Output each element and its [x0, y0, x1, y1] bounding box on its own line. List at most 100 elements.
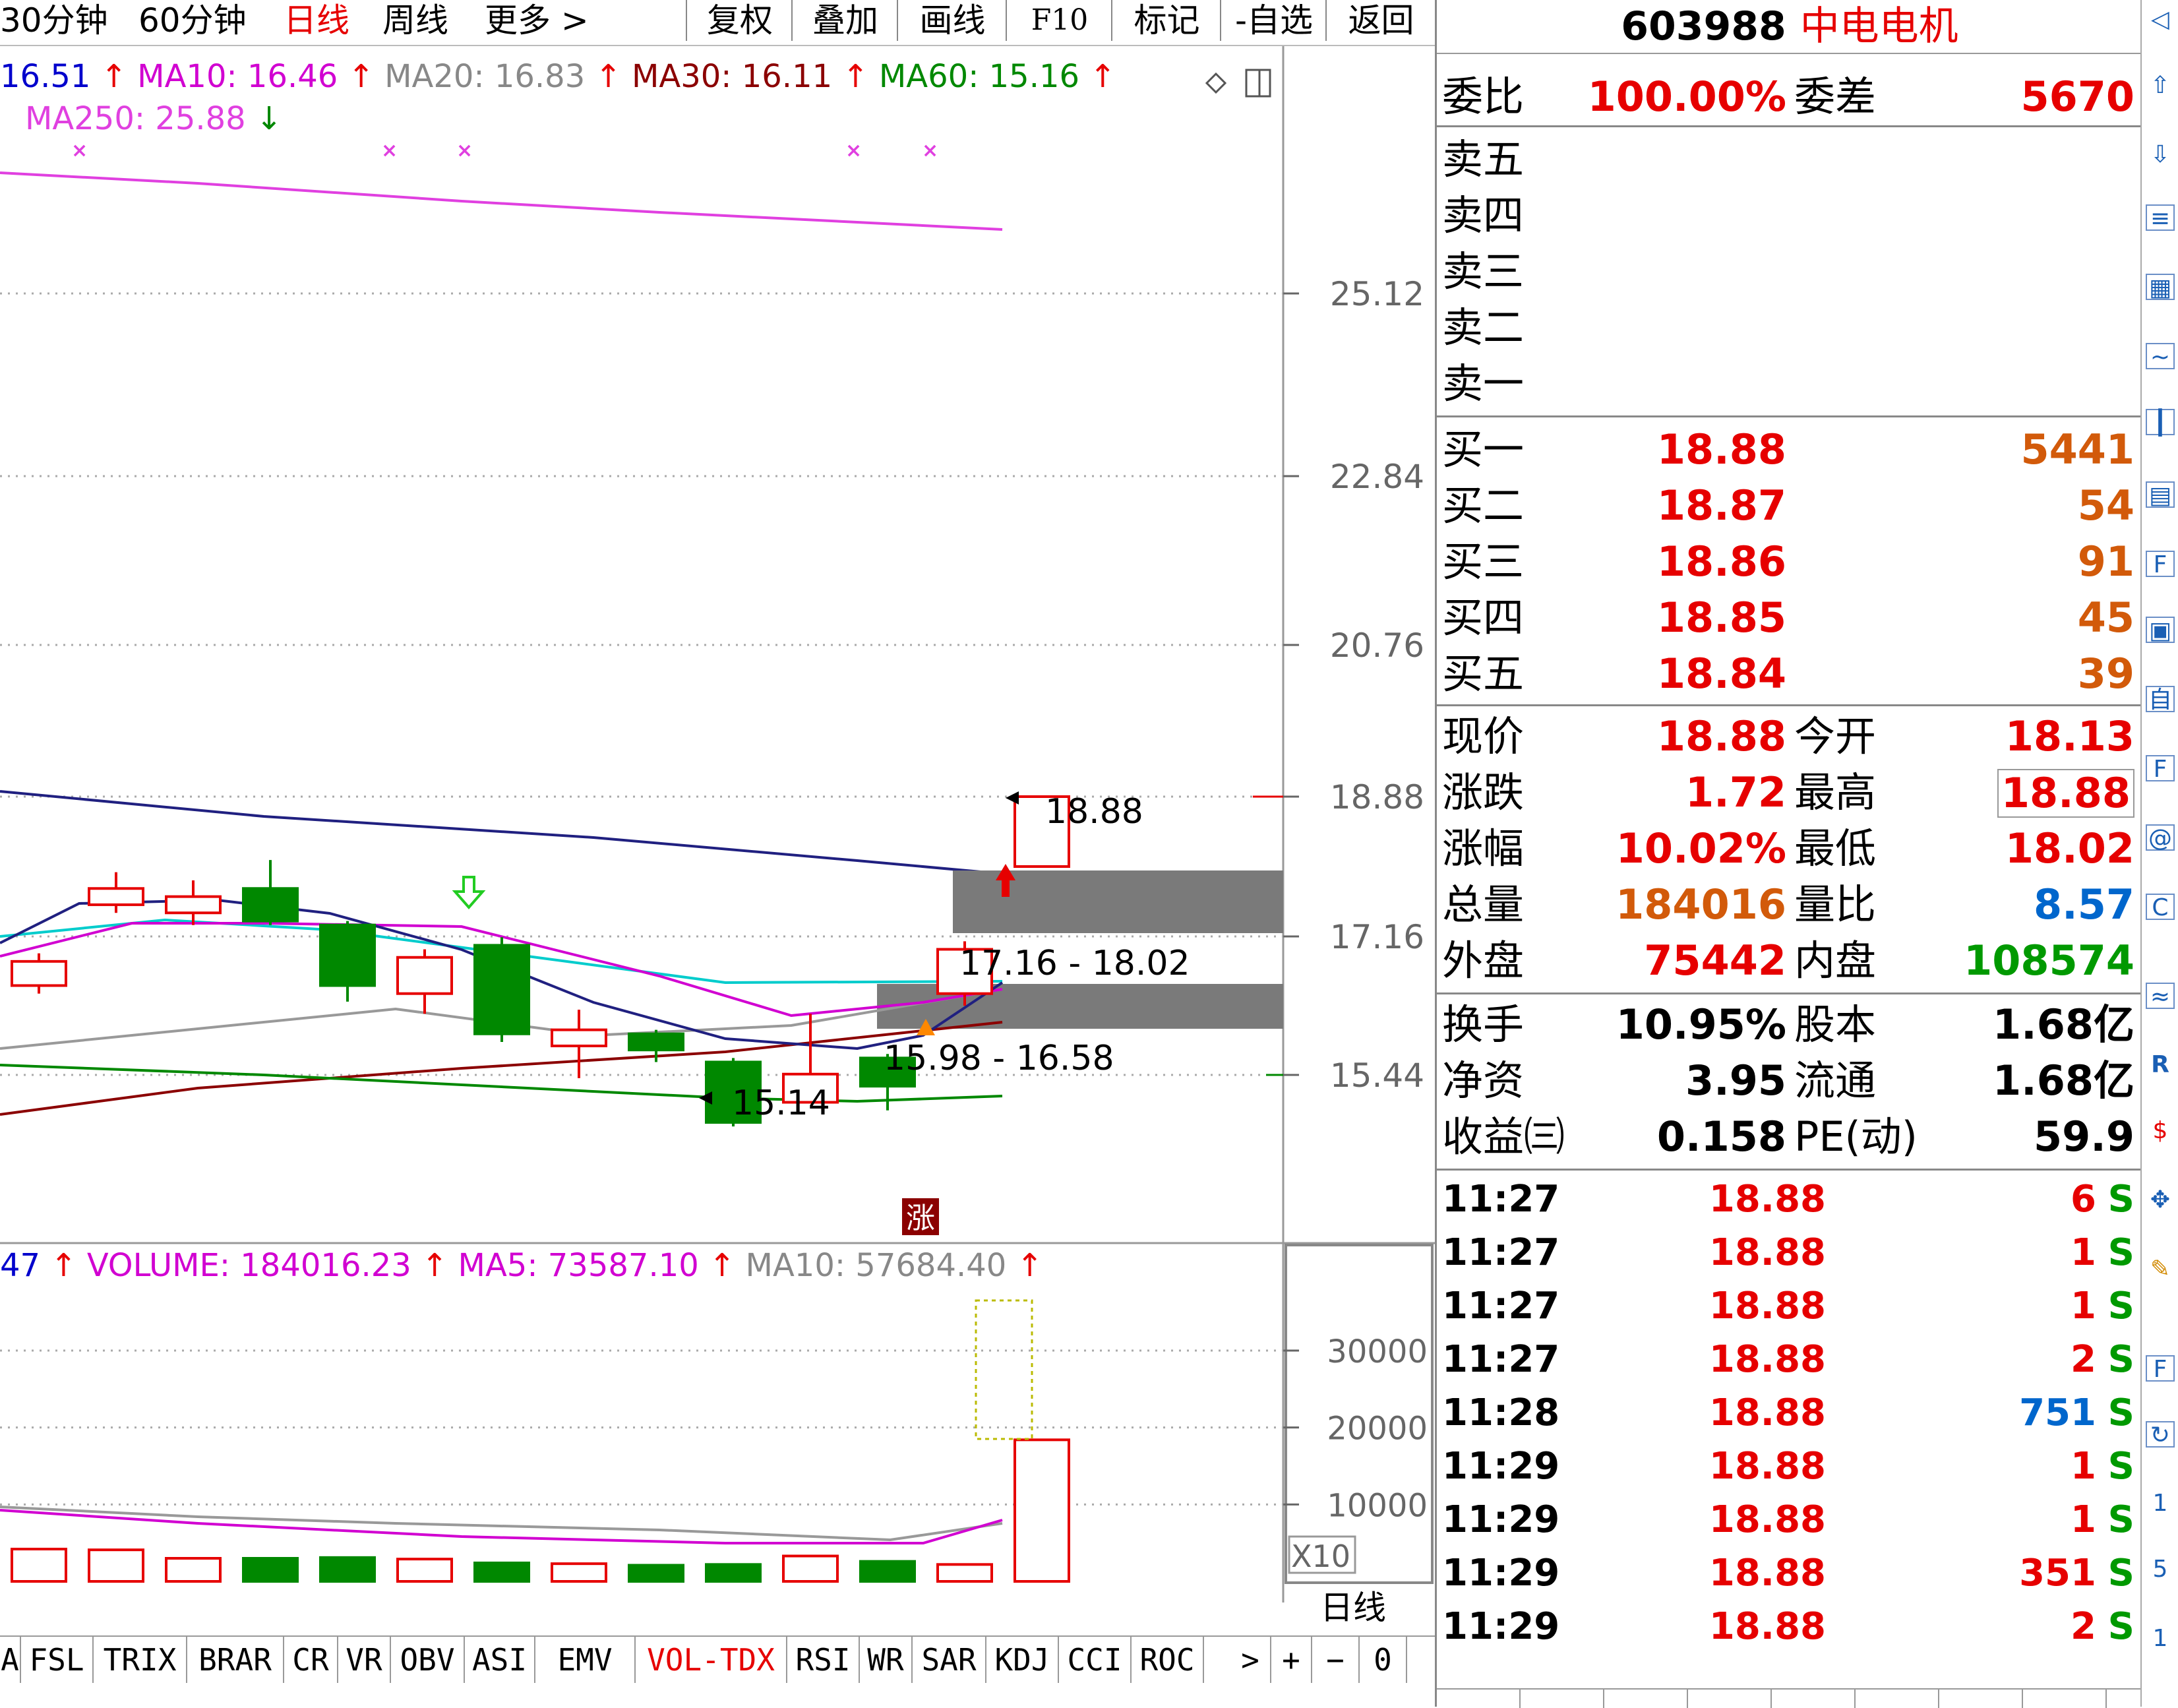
grid-icon[interactable]: ▦: [2146, 274, 2175, 301]
tab-indicator[interactable]: ASI: [465, 1637, 535, 1683]
zoom-in-button[interactable]: +: [1271, 1637, 1312, 1683]
tab-indicator[interactable]: SAR: [913, 1637, 986, 1683]
trend-icon[interactable]: ~: [2146, 343, 2175, 371]
bid-price: 18.85: [1656, 594, 1786, 642]
tab-indicator[interactable]: OBV: [391, 1637, 465, 1683]
stat-label: 涨跌: [1442, 768, 1525, 816]
tick-time: 11:27: [1442, 1285, 1560, 1327]
quote-tab[interactable]: [1939, 1690, 2023, 1708]
volume-bar: [319, 1556, 376, 1583]
tab-indicator[interactable]: TRIX: [94, 1637, 187, 1683]
page-up-icon[interactable]: ⇧: [2146, 73, 2175, 99]
refresh-icon[interactable]: C: [2146, 894, 2175, 921]
tick-volume: 2: [2071, 1338, 2096, 1381]
quote-tab[interactable]: [2023, 1690, 2107, 1708]
volume-axis: 30000 20000 10000: [1327, 1333, 1428, 1524]
page-down-icon[interactable]: ⇩: [2146, 142, 2175, 168]
rs-icon[interactable]: R: [2146, 1052, 2175, 1078]
signal-marker: ×: [456, 139, 473, 162]
number-icon[interactable]: 1: [2146, 1626, 2175, 1652]
tab-indicator[interactable]: CCI: [1059, 1637, 1132, 1683]
chart-period-label: 日线: [1320, 1589, 1386, 1627]
low-mark-label: 15.14: [732, 1083, 830, 1123]
tick-flag: S: [2107, 1178, 2134, 1221]
swirl-icon[interactable]: @: [2146, 824, 2175, 852]
bid-label: 买二: [1442, 481, 1525, 530]
ma10-legend: MA10: 16.46: [137, 58, 338, 95]
tick-volume: 1: [2071, 1445, 2096, 1488]
zone-upper-label: 17.16 - 18.02: [959, 944, 1190, 983]
tab-indicator[interactable]: FSL: [21, 1637, 94, 1683]
tab-indicator[interactable]: ROC: [1132, 1637, 1204, 1683]
tab-scroll-right[interactable]: >: [1230, 1637, 1271, 1683]
quote-tab[interactable]: [1856, 1690, 1939, 1708]
volume-axis-label: 20000: [1327, 1411, 1428, 1448]
candle-body: [473, 944, 530, 1035]
fund-value: 59.9: [2034, 1113, 2134, 1161]
table-icon[interactable]: ▤: [2146, 481, 2175, 509]
quote-tab[interactable]: [1688, 1690, 1772, 1708]
ma60-line: [0, 1064, 1003, 1103]
tick-time: 11:27: [1442, 1231, 1560, 1274]
tab-indicator[interactable]: EMV: [535, 1637, 636, 1683]
fund-value: 3.95: [1685, 1056, 1786, 1105]
move-icon[interactable]: ✥: [2146, 1187, 2175, 1213]
wave-icon[interactable]: ≈: [2146, 983, 2175, 1010]
ma250-line: [0, 171, 1003, 231]
finance-icon[interactable]: F: [2146, 551, 2175, 578]
quote-tab[interactable]: [1437, 1690, 1521, 1708]
candle-body: [551, 1028, 607, 1048]
stat-row: 外盘 75442 内盘 108574: [1437, 933, 2142, 989]
number-icon[interactable]: 5: [2146, 1556, 2175, 1583]
tab-indicator[interactable]: A: [0, 1637, 21, 1683]
ma-legend: 16.51 ↑ MA10: 16.46 ↑ MA20: 16.83 ↑ MA30…: [0, 58, 1116, 95]
chart-icon[interactable]: ▣: [2146, 617, 2175, 644]
tick-volume: 1: [2071, 1231, 2096, 1274]
tick-price: 18.88: [1709, 1338, 1826, 1381]
tick-price: 18.88: [1709, 1231, 1826, 1274]
quote-tab[interactable]: [1521, 1690, 1604, 1708]
tab-indicator[interactable]: KDJ: [986, 1637, 1059, 1683]
collapse-left-icon[interactable]: ◁: [2146, 7, 2175, 33]
tab-indicator-active[interactable]: VOL-TDX: [636, 1637, 787, 1683]
list-icon[interactable]: ≡: [2146, 204, 2175, 232]
money-icon[interactable]: $: [2146, 1118, 2175, 1144]
separator: [1437, 125, 2142, 127]
custom-icon[interactable]: 自: [2146, 686, 2175, 714]
stat-label: 外盘: [1442, 936, 1525, 985]
number-icon[interactable]: 1: [2146, 1490, 2175, 1517]
signal-marker: ×: [845, 139, 862, 162]
last-price-label: 18.88: [1045, 792, 1143, 832]
quote-tab[interactable]: [1604, 1690, 1688, 1708]
bid-volume: 5441: [2020, 425, 2134, 473]
tab-indicator[interactable]: BRAR: [187, 1637, 284, 1683]
indicator-tabs: A FSL TRIX BRAR CR VR OBV ASI EMV VOL-TD…: [0, 1635, 1435, 1683]
tick-row: 11:29 18.88 1 S: [1437, 1440, 2142, 1493]
f5-icon[interactable]: F: [2146, 1355, 2175, 1383]
bid-price: 18.86: [1656, 537, 1786, 586]
tab-indicator[interactable]: RSI: [787, 1637, 860, 1683]
zoom-out-button[interactable]: −: [1312, 1637, 1360, 1683]
pencil-icon[interactable]: ✎: [2146, 1256, 2175, 1283]
quote-tab[interactable]: [1772, 1690, 1856, 1708]
reset-button[interactable]: 0: [1360, 1637, 1407, 1683]
stock-code: 603988: [1621, 3, 1786, 49]
fund-label: 换手: [1442, 1000, 1525, 1049]
finance-icon[interactable]: F: [2146, 755, 2175, 783]
fund-label: 收益㈢: [1442, 1113, 1565, 1161]
fund-value: 0.158: [1656, 1113, 1786, 1161]
ask-label: 卖二: [1442, 303, 1525, 351]
stat-label: 最低: [1794, 824, 1877, 872]
kline-chart[interactable]: 25.12 22.84 20.76 18.88 17.16 15.44 × × × × ×…: [0, 0, 1435, 1635]
kline-icon[interactable]: ┃: [2146, 409, 2175, 437]
stat-label: 今开: [1794, 712, 1877, 760]
tab-indicator[interactable]: CR: [284, 1637, 338, 1683]
panel-icon: [1245, 69, 1271, 98]
tab-indicator[interactable]: VR: [338, 1637, 391, 1683]
stat-value: 1.72: [1685, 768, 1786, 816]
tab-indicator[interactable]: WR: [860, 1637, 913, 1683]
separator: [1437, 704, 2142, 706]
sync-icon[interactable]: ↻: [2146, 1421, 2175, 1449]
weicha-label: 委差: [1794, 73, 1877, 121]
ask-row: 卖三: [1437, 244, 2142, 299]
